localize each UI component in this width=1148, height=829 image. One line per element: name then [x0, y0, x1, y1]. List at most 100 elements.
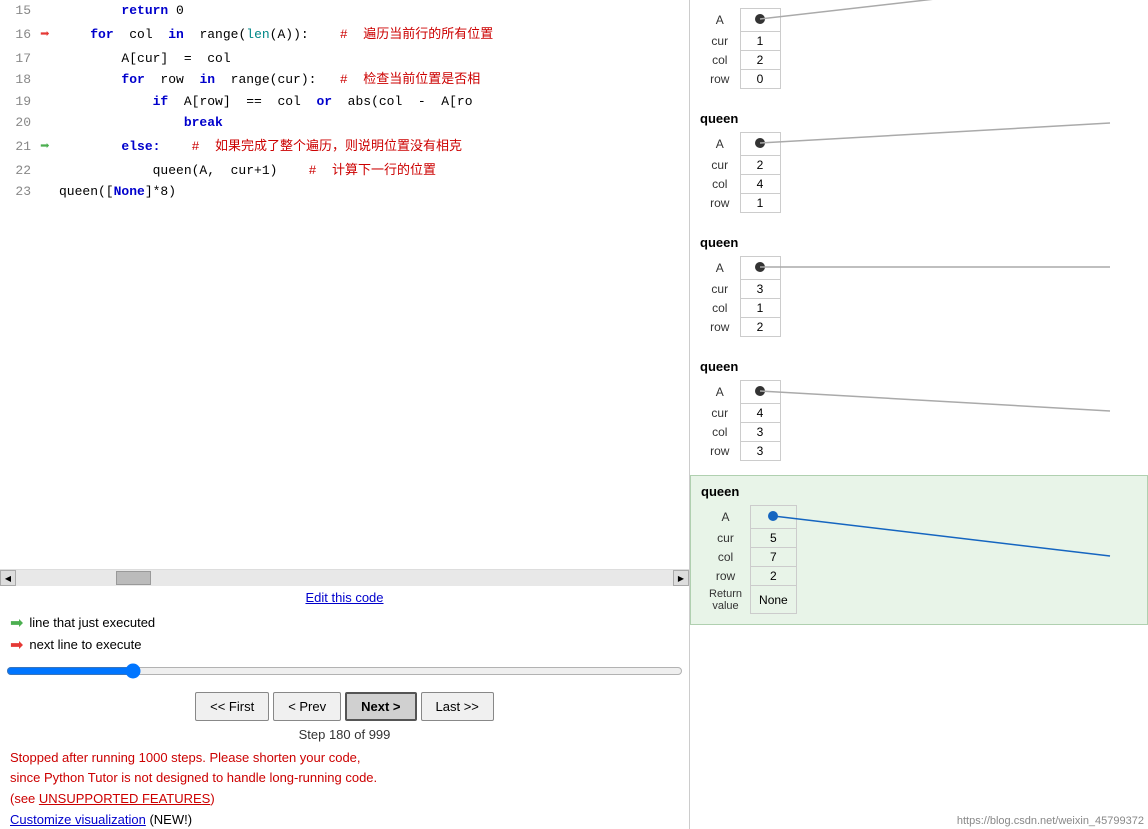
var-label: row — [700, 318, 740, 337]
line-code: if A[row] == col or abs(col - A[ro — [55, 91, 689, 113]
error-message: Stopped after running 1000 steps. Please… — [0, 748, 689, 810]
var-value: 1 — [740, 32, 780, 51]
legend-next-text: next line to execute — [29, 637, 141, 652]
var-label: row — [700, 194, 740, 213]
var-label-A: A — [700, 257, 740, 280]
line-arrow — [35, 112, 55, 134]
var-label-A: A — [700, 381, 740, 404]
pointer-dot — [755, 386, 765, 396]
hscroll-right-arrow[interactable]: ▶ — [673, 570, 689, 586]
hscroll-track — [16, 570, 673, 586]
green-arrow-icon: ➡ — [40, 138, 50, 156]
arrow-red-icon: ➡ — [10, 635, 23, 655]
customize-new: (NEW!) — [146, 812, 192, 827]
step-slider[interactable] — [6, 663, 683, 679]
var-label: col — [701, 548, 751, 567]
code-row: 19 if A[row] == col or abs(col - A[ro — [0, 91, 689, 113]
customize-link[interactable]: Customize visualization — [10, 812, 146, 827]
first-button[interactable]: << First — [195, 692, 269, 721]
next-button[interactable]: Next > — [345, 692, 416, 721]
legend: ➡ line that just executed ➡ next line to… — [0, 609, 689, 659]
frame-title: queen — [700, 111, 1058, 126]
legend-executed: ➡ line that just executed — [10, 613, 679, 633]
var-value: 3 — [740, 442, 780, 461]
table-row: A — [700, 133, 780, 156]
line-code: A[cur] = col — [55, 48, 689, 70]
var-value: 1 — [740, 194, 780, 213]
nav-buttons: << First < Prev Next > Last >> — [195, 692, 494, 721]
var-value: 2 — [740, 318, 780, 337]
var-value: 3 — [740, 280, 780, 299]
var-value: 3 — [740, 423, 780, 442]
step-info: Step 180 of 999 — [299, 727, 391, 742]
customize-row: Customize visualization (NEW!) — [0, 810, 689, 829]
line-number: 17 — [0, 48, 35, 70]
viz-frame-4: queenAcur4col3row3 — [690, 351, 1148, 471]
pointer-dot — [755, 262, 765, 272]
table-row: A — [700, 9, 780, 32]
line-arrow — [35, 181, 55, 203]
var-label-A: A — [700, 133, 740, 156]
code-row: 21➡ else: # 如果完成了整个遍历，则说明位置没有相克 — [0, 134, 689, 160]
var-value: 7 — [751, 548, 797, 567]
table-row: col3 — [700, 423, 780, 442]
left-panel: 15 return 016➡ for col in range(len(A)):… — [0, 0, 690, 829]
table-row: cur3 — [700, 280, 780, 299]
line-code: for row in range(cur): # 检查当前位置是否相 — [55, 69, 689, 91]
table-row: col1 — [700, 299, 780, 318]
line-number: 18 — [0, 69, 35, 91]
table-row: cur4 — [700, 404, 780, 423]
table-row: row2 — [701, 567, 796, 586]
legend-executed-text: line that just executed — [29, 615, 155, 630]
horizontal-scrollbar[interactable]: ◀ ▶ — [0, 570, 689, 586]
slider-row — [0, 659, 689, 686]
arrow-green-icon: ➡ — [10, 613, 23, 633]
var-label: col — [700, 175, 740, 194]
var-value: 2 — [751, 567, 797, 586]
pointer-dot — [755, 138, 765, 148]
error-line1: Stopped after running 1000 steps. Please… — [10, 748, 679, 769]
table-row: A — [701, 506, 796, 529]
unsupported-features-link[interactable]: UNSUPPORTED FEATURES — [39, 791, 210, 806]
prev-button[interactable]: < Prev — [273, 692, 341, 721]
watermark: https://blog.csdn.net/weixin_45799372 — [957, 815, 1144, 827]
line-number: 16 — [0, 22, 35, 48]
var-value: 2 — [740, 51, 780, 70]
var-table: Acur4col3row3 — [700, 380, 781, 461]
error-line3: (see UNSUPPORTED FEATURES) — [10, 789, 679, 810]
edit-link[interactable]: Edit this code — [305, 590, 383, 605]
hscroll-left-arrow[interactable]: ◀ — [0, 570, 16, 586]
var-label: cur — [700, 280, 740, 299]
code-table: 15 return 016➡ for col in range(len(A)):… — [0, 0, 689, 203]
line-code: queen([None]*8) — [55, 181, 689, 203]
table-row: row0 — [700, 70, 780, 89]
last-button[interactable]: Last >> — [421, 692, 494, 721]
viz-frame-5: queenAcur5col7row2ReturnvalueNone — [690, 475, 1148, 625]
line-number: 21 — [0, 134, 35, 160]
var-table: Acur1col2row0 — [700, 8, 781, 89]
line-arrow — [35, 160, 55, 182]
var-value: 4 — [740, 175, 780, 194]
line-arrow — [35, 91, 55, 113]
var-label: row — [701, 567, 751, 586]
hscroll-thumb[interactable] — [116, 571, 151, 585]
line-arrow — [35, 0, 55, 22]
code-row: 17 A[cur] = col — [0, 48, 689, 70]
var-value: 4 — [740, 404, 780, 423]
legend-next: ➡ next line to execute — [10, 635, 679, 655]
var-value-A — [740, 133, 780, 156]
var-label: col — [700, 423, 740, 442]
table-row: cur2 — [700, 156, 780, 175]
code-row: 23queen([None]*8) — [0, 181, 689, 203]
var-value-A — [740, 9, 780, 32]
edit-link-row: Edit this code — [0, 586, 689, 609]
table-row: row1 — [700, 194, 780, 213]
var-label: col — [700, 51, 740, 70]
frame-title: queen — [700, 235, 1058, 250]
line-number: 22 — [0, 160, 35, 182]
code-row: 20 break — [0, 112, 689, 134]
var-label-A: A — [701, 506, 751, 529]
code-row: 18 for row in range(cur): # 检查当前位置是否相 — [0, 69, 689, 91]
error-suffix: ) — [210, 791, 214, 806]
code-row: 22 queen(A, cur+1) # 计算下一行的位置 — [0, 160, 689, 182]
